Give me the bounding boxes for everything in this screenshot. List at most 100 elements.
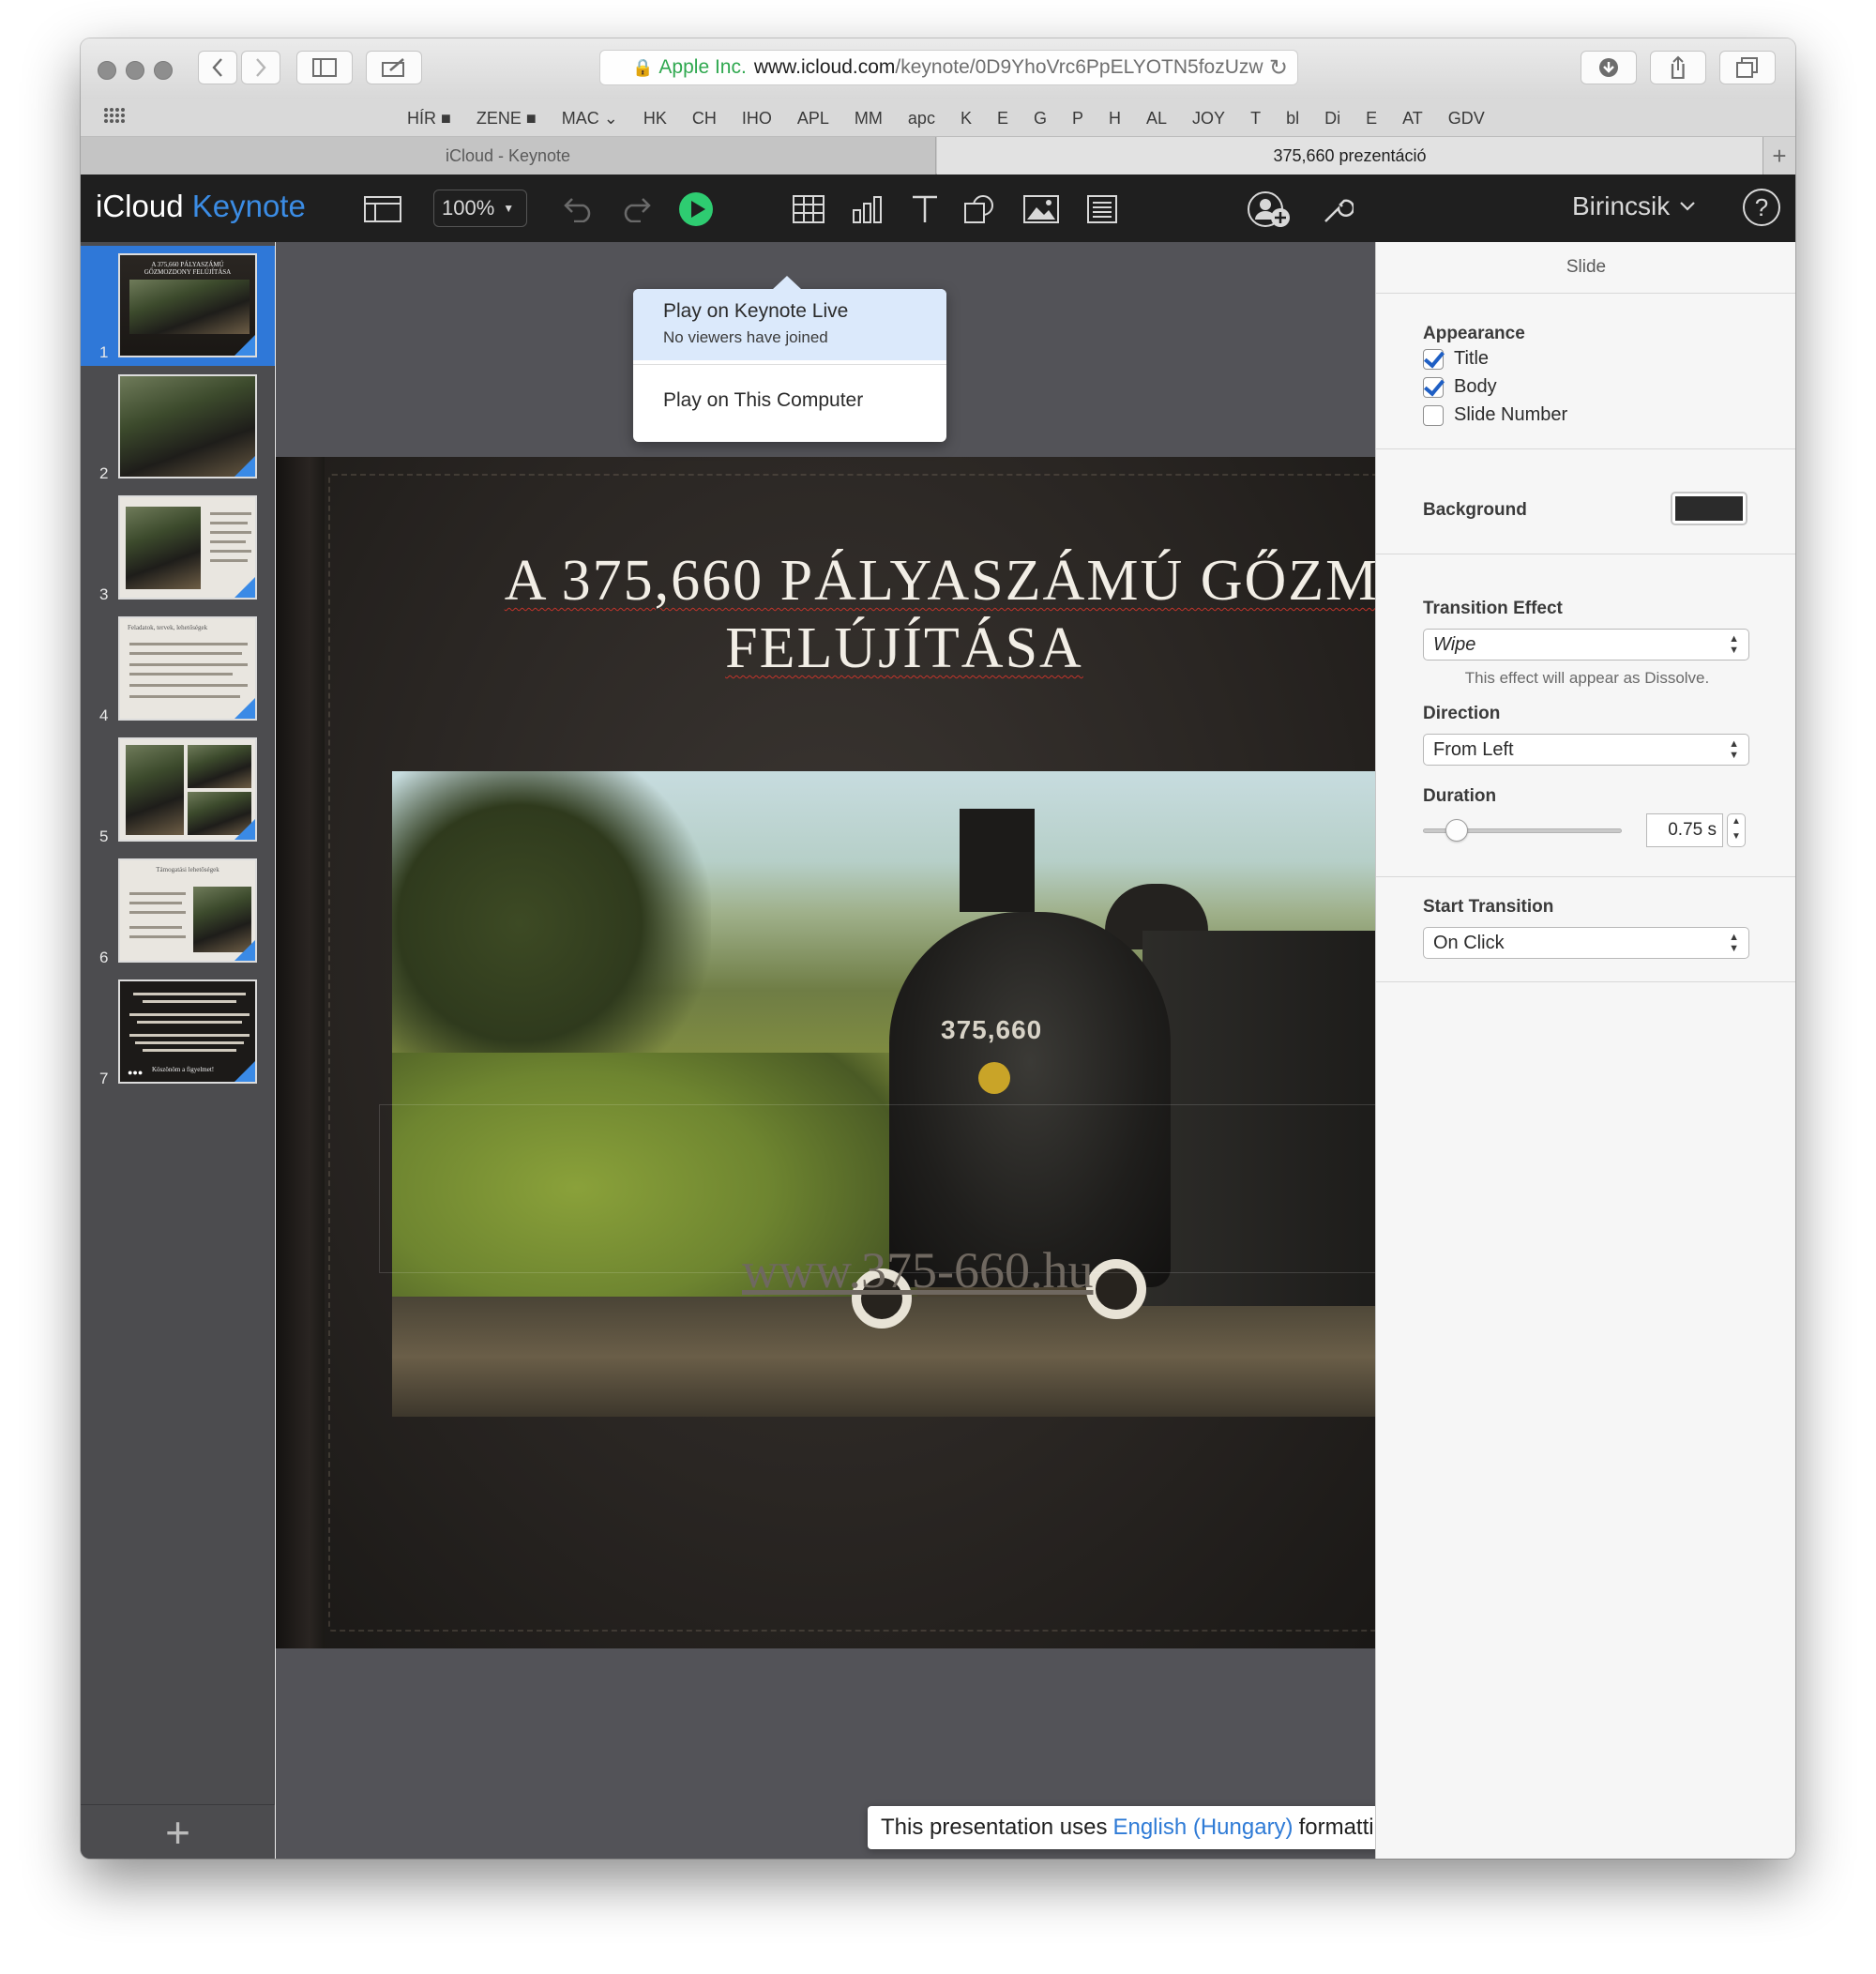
start-transition-select[interactable]: On Click ▲ ▼ [1423,927,1749,959]
user-menu[interactable]: Birincsik [1572,191,1696,221]
locomotive-photo[interactable]: 375,660 [392,771,1375,1417]
favorite-item[interactable]: ZENE ■ [477,109,537,129]
body-checkbox[interactable] [1423,376,1444,398]
app-brand: iCloud Keynote [96,189,306,224]
favorite-item[interactable]: AL [1146,109,1167,129]
slide-thumbnail-7[interactable]: 7 Köszönöm a figyelmet! ●●● [81,972,275,1092]
title-line-2: FELÚJÍTÁSA [725,616,1083,680]
start-transition-label: Start Transition [1423,897,1554,917]
add-slide-button[interactable]: + [81,1804,275,1859]
tab-presentation[interactable]: 375,660 prezentáció [937,137,1763,175]
close-window-button[interactable] [98,61,116,80]
duration-slider-knob[interactable] [1445,819,1468,842]
duration-stepper[interactable]: ▲ ▼ [1727,813,1746,847]
slide-thumbnail-2[interactable]: 2 [81,367,275,487]
table-button[interactable] [790,191,827,227]
view-button[interactable] [362,191,403,227]
slide-1[interactable]: A 375,660 PÁLYASZÁMÚ GŐZM FELÚJÍTÁSA 375… [276,457,1375,1648]
slide-thumbnail-1[interactable]: 1 A 375,660 PÁLYASZÁMÚ GŐZMOZDONY FELÚJÍ… [81,246,275,366]
play-keynote-live-item[interactable]: Play on Keynote Live No viewers have joi… [633,289,946,360]
inspector-tab-slide[interactable]: Slide [1376,242,1795,294]
zoom-value: 100% [442,196,495,220]
slide-preview [118,495,257,600]
slide-thumbnail-5[interactable]: 5 [81,730,275,850]
back-button[interactable] [198,51,237,84]
media-button[interactable] [1021,191,1062,227]
favorite-item[interactable]: HÍR ■ [407,109,451,129]
slide-thumbnail-6[interactable]: 6 Támogatási lehetőségek [81,851,275,971]
transition-effect-value: Wipe [1433,633,1476,655]
background-color-well[interactable] [1671,492,1747,525]
tab-icloud-keynote[interactable]: iCloud - Keynote [81,137,936,175]
sidebar-toggle-button[interactable] [296,51,353,84]
settings-button[interactable] [1319,191,1356,227]
favorite-item[interactable]: bl [1286,109,1299,129]
reload-icon[interactable]: ↻ [1263,54,1288,82]
favorite-item[interactable]: E [1366,109,1377,129]
favorite-item[interactable]: HK [643,109,667,129]
favorite-item[interactable]: IHO [742,109,772,129]
build-marker [234,940,255,961]
help-button[interactable]: ? [1743,189,1780,226]
collaborate-button[interactable] [1244,191,1294,227]
text-button[interactable] [906,191,944,227]
favorite-item[interactable]: E [997,109,1008,129]
slide-thumbnail-4[interactable]: 4 Feladatok, tervek, lehetőségek [81,609,275,729]
thumb-title: Köszönöm a figyelmet! [152,1066,215,1073]
transition-effect-select[interactable]: Wipe ▲ ▼ [1423,629,1749,661]
favorite-item[interactable]: T [1250,109,1261,129]
comment-button[interactable] [1083,191,1121,227]
duration-field[interactable]: 0.75 s [1646,813,1723,847]
redo-button[interactable] [618,191,656,227]
favorite-item[interactable]: JOY [1192,109,1225,129]
favorite-item[interactable]: Di [1324,109,1340,129]
notes-button[interactable] [366,51,422,84]
wrench-icon [1324,199,1354,222]
favorite-item[interactable]: H [1109,109,1121,129]
tabs-overview-button[interactable] [1719,51,1776,84]
zoom-window-button[interactable] [154,61,173,80]
slide-thumbnail-3[interactable]: 3 [81,488,275,608]
slide-website[interactable]: www.375-660.hu [742,1241,1093,1299]
share-button[interactable] [1650,51,1706,84]
title-checkbox-label: Title [1454,348,1490,369]
downloads-button[interactable] [1581,51,1637,84]
favorite-item[interactable]: K [961,109,972,129]
favorite-item[interactable]: P [1072,109,1083,129]
shape-button[interactable] [961,191,998,227]
slide-number-checkbox-row[interactable]: Slide Number [1423,404,1567,426]
title-checkbox-row[interactable]: Title [1423,348,1489,370]
address-bar[interactable]: 🔒 Apple Inc. www.icloud.com /keynote/0D9… [599,50,1298,85]
play-button[interactable] [677,191,715,227]
slide-number-checkbox[interactable] [1423,404,1444,426]
forward-button[interactable] [241,51,280,84]
chart-button[interactable] [849,191,886,227]
slide-title[interactable]: A 375,660 PÁLYASZÁMÚ GŐZM FELÚJÍTÁSA [379,547,1375,682]
title-checkbox[interactable] [1423,348,1444,370]
browser-titlebar: 🔒 Apple Inc. www.icloud.com /keynote/0D9… [81,38,1795,99]
favorite-item[interactable]: GDV [1448,109,1485,129]
notice-language-link[interactable]: English (Hungary) [1112,1815,1293,1841]
zoom-select[interactable]: 100% ▼ [433,190,527,227]
favorite-item[interactable]: CH [692,109,717,129]
new-tab-button[interactable]: + [1763,137,1795,175]
text-icon [913,195,937,222]
play-on-computer-item[interactable]: Play on This Computer [663,389,863,412]
slide-number: 3 [99,585,109,603]
favorite-item[interactable]: apc [908,109,935,129]
image-icon [1023,195,1059,223]
direction-select[interactable]: From Left ▲ ▼ [1423,734,1749,766]
favorite-item[interactable]: MAC ⌄ [562,109,618,129]
undo-button[interactable] [559,191,597,227]
grid-icon[interactable] [103,107,126,129]
duration-label: Duration [1423,786,1497,806]
direction-label: Direction [1423,704,1501,723]
favorite-item[interactable]: APL [797,109,829,129]
user-name: Birincsik [1572,191,1671,220]
minimize-window-button[interactable] [126,61,144,80]
body-checkbox-row[interactable]: Body [1423,376,1497,398]
favorite-item[interactable]: G [1034,109,1047,129]
favorite-item[interactable]: AT [1402,109,1423,129]
favorite-item[interactable]: MM [855,109,883,129]
slide-number: 4 [99,706,109,724]
